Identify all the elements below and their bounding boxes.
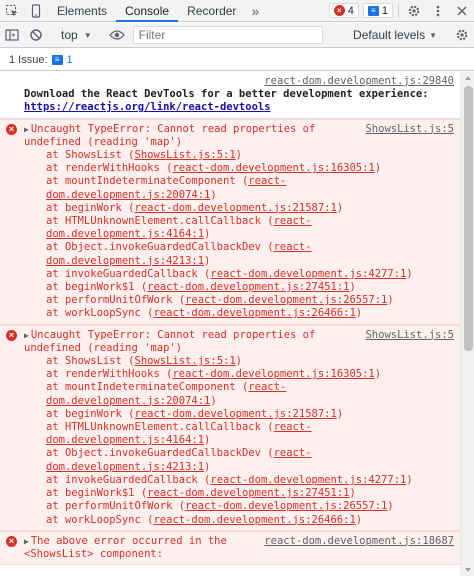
- message-count: 1: [381, 4, 388, 17]
- log-message-error: × ShowsList.js:5 ▶ Uncaught TypeError: Ca…: [0, 118, 460, 325]
- stack-frame: at beginWork (react-dom.development.js:2…: [46, 407, 344, 420]
- devtools-link[interactable]: https://reactjs.org/link/react-devtools: [24, 101, 271, 113]
- devtools-tabbar: Elements Console Recorder » × 4 ≡ 1: [0, 0, 474, 22]
- stack-frame: at beginWork$1 (react-dom.development.js…: [46, 487, 356, 500]
- error-icon: ×: [6, 123, 17, 135]
- tab-elements[interactable]: Elements: [48, 0, 116, 21]
- vertical-scrollbar[interactable]: [460, 72, 474, 576]
- stack-frame: at performUnitOfWork (react-dom.developm…: [46, 500, 394, 513]
- chevron-down-icon: ▼: [429, 30, 437, 40]
- stack-frame: at beginWork$1 (react-dom.development.js…: [46, 281, 356, 294]
- stack-frame-link[interactable]: react-dom.development.js:16305:1: [172, 368, 374, 380]
- console-settings-gear-icon[interactable]: [450, 28, 474, 42]
- live-expression-eye-icon[interactable]: [105, 29, 129, 41]
- error-message: Uncaught TypeError: Cannot read properti…: [24, 122, 316, 148]
- issues-label: 1 Issue:: [9, 53, 48, 66]
- dropdown-triangle-icon: ▼: [83, 30, 92, 40]
- error-message: Uncaught TypeError: Cannot read properti…: [24, 328, 316, 354]
- stack-frame: at renderWithHooks (react-dom.developmen…: [46, 368, 382, 381]
- error-count-badge[interactable]: × 4: [328, 3, 359, 18]
- issues-button[interactable]: 1 Issue: ≡ 1: [2, 53, 80, 67]
- stack-frame-link[interactable]: react-dom.development.js:26557:1: [185, 294, 387, 306]
- sidebar-toggle-icon[interactable]: [0, 28, 24, 42]
- stack-frame: at ShowsList (ShowsList.js:5:1): [46, 355, 242, 368]
- error-message: The above error occurred in the <ShowsLi…: [24, 534, 227, 560]
- log-message-info: react-dom.development.js:29840 Download …: [0, 72, 460, 119]
- console-log: react-dom.development.js:29840 Download …: [0, 72, 460, 576]
- inspect-icon[interactable]: [0, 0, 24, 21]
- source-link[interactable]: react-dom.development.js:18687: [264, 535, 454, 548]
- kebab-menu-icon[interactable]: [426, 0, 450, 21]
- error-count: 4: [347, 4, 354, 17]
- close-icon[interactable]: [450, 0, 474, 21]
- error-icon: ×: [333, 5, 345, 16]
- tab-console[interactable]: Console: [116, 0, 179, 22]
- stack-trace: at ShowsList (ShowsList.js:5:1) at rende…: [24, 149, 454, 321]
- tab-recorder[interactable]: Recorder: [178, 0, 245, 21]
- scroll-down-arrow-icon[interactable]: [465, 568, 471, 572]
- stack-frame: at workLoopSync (react-dom.development.j…: [46, 307, 363, 320]
- stack-frame-link[interactable]: react-dom.development.js:27451:1: [147, 281, 349, 293]
- stack-frame-link[interactable]: react-dom.development.js:21587:1: [135, 408, 337, 420]
- source-link[interactable]: ShowsList.js:5: [365, 123, 454, 136]
- scroll-up-arrow-icon[interactable]: [465, 76, 471, 80]
- stack-frame: at mountIndeterminateComponent (react-do…: [46, 175, 287, 201]
- stack-frame: at HTMLUnknownElement.callCallback (reac…: [46, 215, 312, 241]
- log-levels-dropdown[interactable]: Default levels ▼: [347, 28, 443, 42]
- expand-triangle-icon[interactable]: ▶: [24, 329, 29, 342]
- error-icon: ×: [6, 329, 17, 341]
- gear-icon[interactable]: [402, 0, 426, 21]
- source-link[interactable]: ShowsList.js:5: [365, 329, 454, 342]
- filter-input[interactable]: [132, 26, 323, 44]
- device-toggle-icon[interactable]: [24, 0, 48, 21]
- stack-frame: at mountIndeterminateComponent (react-do…: [46, 381, 287, 407]
- console-toolbar: top ▼ Default levels ▼: [0, 23, 474, 48]
- issue-message-icon: ≡: [51, 54, 63, 65]
- expand-triangle-icon[interactable]: ▶: [24, 123, 29, 136]
- stack-frame-link[interactable]: react-dom.development.js:27451:1: [147, 487, 349, 499]
- stack-frame-link[interactable]: react-dom.development.js:26466:1: [153, 307, 355, 319]
- stack-frame: at workLoopSync (react-dom.development.j…: [46, 513, 363, 526]
- source-link[interactable]: react-dom.development.js:29840: [264, 75, 454, 88]
- error-icon: ×: [6, 535, 17, 547]
- stack-frame: at HTMLUnknownElement.callCallback (reac…: [46, 421, 312, 447]
- stack-frame: at beginWork (react-dom.development.js:2…: [46, 201, 344, 214]
- more-tabs-icon[interactable]: »: [245, 0, 265, 21]
- stack-frame-link[interactable]: ShowsList.js:5:1: [135, 149, 236, 161]
- stack-frame: at invokeGuardedCallback (react-dom.deve…: [46, 267, 413, 280]
- stack-frame-link[interactable]: react-dom.development.js:4277:1: [210, 268, 406, 280]
- context-label: top: [61, 28, 78, 42]
- stack-frame-link[interactable]: react-dom.development.js:26557:1: [185, 500, 387, 512]
- issues-bar: 1 Issue: ≡ 1: [0, 49, 474, 71]
- stack-frame: at performUnitOfWork (react-dom.developm…: [46, 294, 394, 307]
- scrollbar-thumb[interactable]: [464, 86, 473, 351]
- stack-frame-link[interactable]: react-dom.development.js:21587:1: [135, 202, 337, 214]
- expand-triangle-icon[interactable]: ▶: [24, 535, 29, 548]
- message-count-badge[interactable]: ≡ 1: [362, 3, 393, 18]
- log-message-error: × ShowsList.js:5 ▶ Uncaught TypeError: Ca…: [0, 324, 460, 531]
- clear-console-icon[interactable]: [24, 28, 48, 42]
- stack-frame: at Object.invokeGuardedCallbackDev (reac…: [46, 241, 312, 267]
- context-selector[interactable]: top ▼: [55, 28, 98, 42]
- issues-count: 1: [66, 53, 73, 66]
- stack-frame: at invokeGuardedCallback (react-dom.deve…: [46, 473, 413, 486]
- log-levels-label: Default levels: [353, 28, 426, 42]
- message-icon: ≡: [367, 5, 379, 16]
- stack-frame-link[interactable]: ShowsList.js:5:1: [135, 355, 236, 367]
- stack-frame: at Object.invokeGuardedCallbackDev (reac…: [46, 447, 312, 473]
- stack-frame-link[interactable]: react-dom.development.js:26466:1: [153, 514, 355, 526]
- stack-frame: at ShowsList (ShowsList.js:5:1): [46, 149, 242, 162]
- stack-trace: at ShowsList (ShowsList.js:5:1) at rende…: [24, 355, 454, 527]
- stack-frame-link[interactable]: react-dom.development.js:16305:1: [172, 162, 374, 174]
- stack-frame-link[interactable]: react-dom.development.js:4277:1: [210, 474, 406, 486]
- log-text: Download the React DevTools for a better…: [24, 88, 429, 101]
- stack-frame: at renderWithHooks (react-dom.developmen…: [46, 162, 382, 175]
- log-message-error: × react-dom.development.js:18687 ▶ The ab…: [0, 530, 460, 566]
